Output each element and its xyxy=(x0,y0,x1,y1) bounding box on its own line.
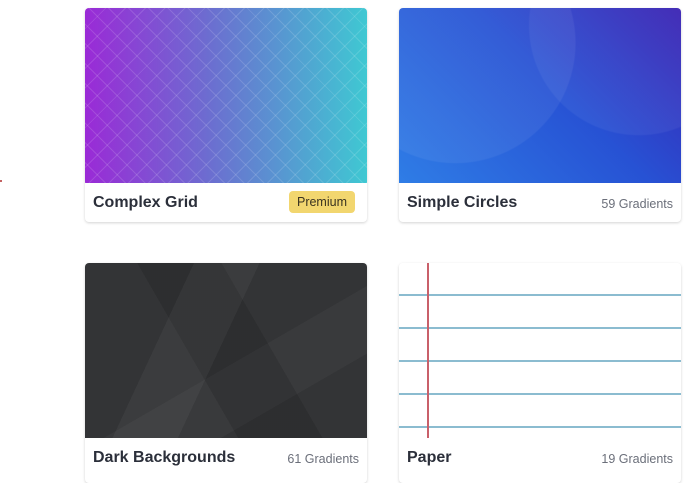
card-title: Simple Circles xyxy=(407,194,518,211)
dark-backgrounds-thumbnail[interactable] xyxy=(85,263,367,438)
card-footer: Paper 19 Gradients xyxy=(399,438,681,477)
gallery-card-simple-circles[interactable]: Simple Circles 59 Gradients xyxy=(399,8,681,222)
card-footer: Complex Grid Premium xyxy=(85,183,367,222)
card-footer: Simple Circles 59 Gradients xyxy=(399,183,681,222)
paper-thumbnail[interactable] xyxy=(399,263,681,438)
gradient-count: 61 Gradients xyxy=(287,452,359,466)
gallery-card-dark-backgrounds[interactable]: Dark Backgrounds 61 Gradients xyxy=(85,263,367,483)
complex-grid-thumbnail[interactable] xyxy=(85,8,367,183)
gallery-card-complex-grid[interactable]: Complex Grid Premium xyxy=(85,8,367,222)
card-title: Complex Grid xyxy=(93,194,198,211)
premium-badge: Premium xyxy=(288,191,355,213)
gradient-count: 19 Gradients xyxy=(601,452,673,466)
stray-dot xyxy=(0,180,2,182)
simple-circles-thumbnail[interactable] xyxy=(399,8,681,183)
gallery-card-paper[interactable]: Paper 19 Gradients xyxy=(399,263,681,483)
gradient-count: 59 Gradients xyxy=(601,197,673,211)
card-footer: Dark Backgrounds 61 Gradients xyxy=(85,438,367,477)
card-title: Dark Backgrounds xyxy=(93,449,236,466)
paper-margin-line xyxy=(427,263,429,438)
card-title: Paper xyxy=(407,449,452,466)
